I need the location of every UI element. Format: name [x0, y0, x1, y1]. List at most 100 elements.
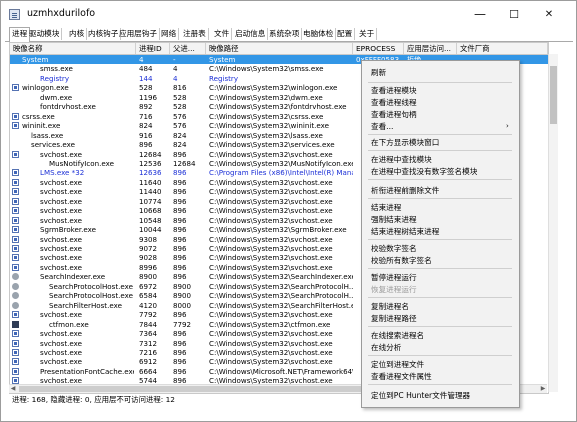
close-button[interactable]: ✕ — [532, 4, 566, 24]
cell-ppid: 896 — [173, 187, 187, 197]
cell-name: services.exe — [31, 140, 75, 150]
menu-item-4[interactable]: 查看进程句柄 — [371, 109, 417, 120]
window-process-icon — [12, 263, 19, 271]
tab-5[interactable]: 网络 — [159, 28, 180, 40]
tab-10[interactable]: 电脑体检 — [301, 28, 337, 40]
menu-item-5[interactable]: 查看... › — [371, 121, 509, 132]
cell-ppid: 896 — [173, 366, 187, 376]
cell-ppid: 4 — [173, 64, 178, 74]
cell-pid: 9308 — [139, 234, 158, 244]
menu-item-15[interactable]: 强制结束进程 — [371, 214, 417, 225]
minimize-button[interactable]: — — [463, 4, 497, 24]
menu-item-14[interactable]: 结束进程 — [371, 202, 401, 213]
menu-item-24[interactable]: 复制进程名 — [371, 301, 409, 312]
column-header-4[interactable]: EPROCESS — [353, 43, 404, 54]
cell-path: C:\Windows\System32\SearchProtocolH... — [209, 291, 353, 301]
menu-item-33[interactable]: 定位到PC Hunter文件管理器 — [371, 390, 470, 401]
cell-name: svchost.exe — [40, 234, 82, 244]
menu-item-19[interactable]: 校验所有数字签名 — [371, 255, 432, 266]
tab-2[interactable]: 内核 — [67, 28, 88, 40]
tab-1[interactable]: 驱动模块 — [27, 28, 63, 40]
cell-path: C:\Windows\System32\csrss.exe — [209, 111, 324, 121]
cell-pid: 6664 — [139, 366, 158, 376]
cell-path: C:\Windows\System32\SgrmBroker.exe — [209, 225, 347, 235]
cell-name: svchost.exe — [40, 244, 82, 253]
cell-path: C:\Windows\System32\svchost.exe — [209, 329, 333, 339]
cell-path: C:\Windows\System32\smss.exe — [209, 64, 324, 74]
column-header-5[interactable]: 应用层访问... — [404, 43, 457, 54]
menu-item-2[interactable]: 查看进程模块 — [371, 85, 417, 96]
scroll-right-icon[interactable]: ▶ — [539, 385, 547, 393]
cell-path: C:\Windows\System32\svchost.exe — [209, 196, 333, 206]
tab-11[interactable]: 配置 — [335, 28, 356, 40]
menu-item-30[interactable]: 定位到进程文件 — [371, 359, 424, 370]
maximize-button[interactable]: ☐ — [497, 4, 531, 24]
column-header-1[interactable]: 进程ID — [136, 43, 170, 54]
cell-name: svchost.exe — [40, 253, 82, 263]
menu-item-21[interactable]: 暂停进程运行 — [371, 272, 417, 283]
tab-8[interactable]: 启动信息 — [233, 28, 269, 40]
menu-item-25[interactable]: 复制进程路径 — [371, 313, 417, 324]
cell-name: ctfmon.exe — [49, 319, 89, 329]
cell-name: csrss.exe — [22, 111, 55, 121]
menu-item-16[interactable]: 结束进程树结束进程 — [371, 226, 439, 237]
menu-item-28[interactable]: 在线分析 — [371, 342, 401, 353]
menu-item-10[interactable]: 在进程中查找没有数字签名模块 — [371, 166, 477, 177]
cell-name: PresentationFontCache.exe — [40, 366, 134, 376]
cell-path: C:\Windows\System32\svchost.exe — [209, 206, 333, 216]
scroll-left-icon[interactable]: ◀ — [9, 385, 17, 393]
vertical-scroll-thumb[interactable] — [550, 66, 557, 124]
cell-ppid: 824 — [173, 130, 187, 140]
tab-4[interactable]: 应用层钩子 — [117, 28, 160, 40]
window-process-icon — [12, 122, 19, 130]
column-header-3[interactable]: 映像路径 — [206, 43, 353, 54]
cell-name: SearchProtocolHost.exe — [49, 291, 133, 301]
window-process-icon — [12, 112, 19, 120]
app-icon — [9, 9, 20, 20]
cell-name: LMS.exe *32 — [40, 168, 85, 178]
cell-name: smss.exe — [40, 64, 73, 74]
window-process-icon — [12, 367, 19, 375]
cell-path: C:\Windows\System32\wininit.exe — [209, 121, 329, 131]
vertical-scrollbar[interactable] — [548, 54, 558, 392]
menu-item-27[interactable]: 在线搜索进程名 — [371, 330, 424, 341]
cell-path: C:\Windows\System32\SearchFilterHost.exe — [209, 300, 353, 310]
menu-separator — [368, 355, 512, 356]
column-header-6[interactable]: 文件厂商 — [457, 43, 548, 54]
window-process-icon — [12, 84, 19, 92]
menu-item-31[interactable]: 查看进程文件属性 — [371, 371, 432, 382]
cell-ppid: 896 — [173, 310, 187, 320]
cell-name: SgrmBroker.exe — [40, 225, 96, 235]
cell-pid: 12636 — [139, 168, 162, 178]
tab-7[interactable]: 文件 — [212, 28, 233, 40]
cell-ppid: - — [173, 55, 176, 64]
cell-ppid: 12684 — [173, 158, 196, 168]
cell-ppid: 7792 — [173, 319, 192, 329]
tab-6[interactable]: 注册表 — [181, 28, 209, 40]
menu-item-0[interactable]: 刷新 — [371, 67, 386, 78]
cell-path: C:\Windows\Microsoft.NET\Framework64\... — [209, 366, 353, 376]
cell-name: svchost.exe — [40, 262, 82, 272]
window-process-icon — [12, 178, 19, 186]
window-process-icon — [12, 207, 19, 215]
cell-path: C:\Windows\System32\winlogon.exe — [209, 83, 338, 93]
cell-path: C:\Windows\System32\svchost.exe — [209, 244, 333, 253]
menu-item-12[interactable]: 析衔进程前删除文件 — [371, 185, 439, 196]
menu-item-7[interactable]: 在下方显示模块窗口 — [371, 137, 439, 148]
cell-pid: 7312 — [139, 338, 158, 348]
tab-12[interactable]: 关于 — [357, 28, 378, 40]
menu-item-9[interactable]: 在进程中查找模块 — [371, 154, 432, 165]
menu-item-18[interactable]: 校验数字签名 — [371, 243, 417, 254]
cell-name: svchost.exe — [40, 310, 82, 320]
cell-pid: 1196 — [139, 92, 158, 102]
menu-item-3[interactable]: 查看进程线程 — [371, 97, 417, 108]
cell-name: svchost.exe — [40, 347, 82, 357]
cell-ppid: 896 — [173, 215, 187, 225]
cell-ppid: 896 — [173, 234, 187, 244]
tab-9[interactable]: 系统杂项 — [267, 28, 303, 40]
column-header-0[interactable]: 映像名称 — [10, 43, 136, 54]
cell-path: C:\Windows\System32\lsass.exe — [209, 130, 323, 140]
window-process-icon — [12, 188, 19, 196]
submenu-arrow-icon: › — [506, 122, 509, 130]
column-header-2[interactable]: 父进... — [170, 43, 206, 54]
